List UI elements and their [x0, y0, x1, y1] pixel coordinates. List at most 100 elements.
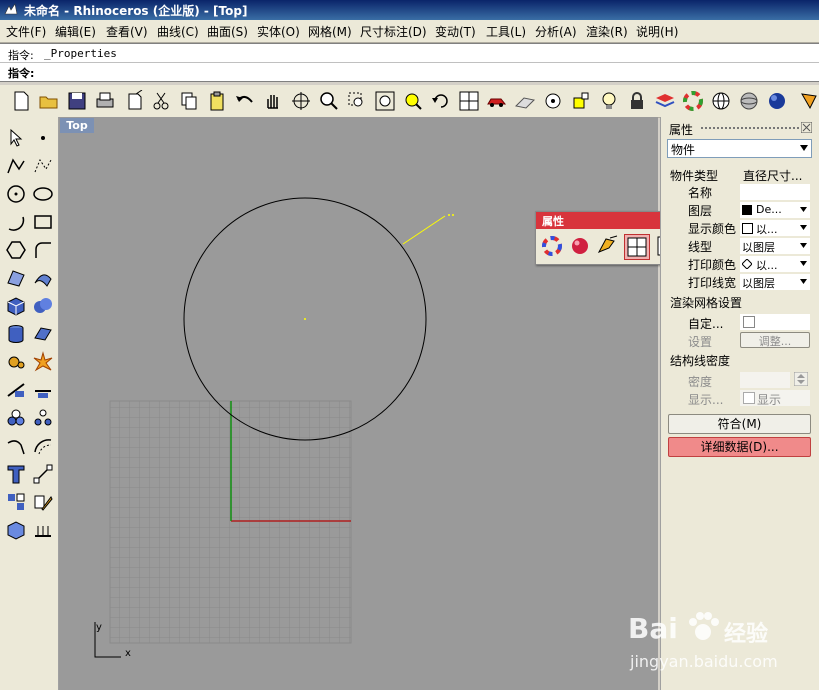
rotate-view-icon[interactable]: [290, 90, 312, 112]
match-button[interactable]: 符合(M): [668, 414, 811, 434]
menu-edit[interactable]: 编辑(E): [55, 23, 96, 40]
rectangle-icon[interactable]: [32, 211, 54, 233]
zoom-window-icon[interactable]: [346, 90, 368, 112]
offset-curve-icon[interactable]: [32, 435, 54, 457]
box-edit-icon[interactable]: [5, 519, 27, 541]
boolean-union-icon[interactable]: [32, 295, 54, 317]
shaded-sphere-icon[interactable]: [738, 90, 760, 112]
menu-curve[interactable]: 曲线(C): [157, 23, 199, 40]
menu-mesh[interactable]: 网格(M): [308, 23, 352, 40]
command-line[interactable]: 指令:: [0, 62, 819, 82]
zoom-extents-icon[interactable]: [374, 90, 396, 112]
display-color-select[interactable]: 以...: [740, 220, 810, 236]
object-type-select[interactable]: 物件: [667, 139, 812, 158]
cylinder-icon[interactable]: [5, 323, 27, 345]
panel-grip[interactable]: [701, 127, 799, 133]
box-solid-icon[interactable]: [5, 295, 27, 317]
custom-mesh-checkbox[interactable]: [743, 316, 755, 328]
density-stepper-icon[interactable]: [794, 372, 808, 386]
undo-icon[interactable]: [234, 90, 256, 112]
zoom-icon[interactable]: [318, 90, 340, 112]
menu-render[interactable]: 渲染(R): [586, 23, 628, 40]
properties-grid-icon[interactable]: [624, 234, 650, 260]
surface-points-icon[interactable]: [5, 267, 27, 289]
top-viewport[interactable]: Top y x: [59, 117, 658, 690]
arc-icon[interactable]: [5, 211, 27, 233]
lock-icon[interactable]: [626, 90, 648, 112]
explode-icon[interactable]: [32, 351, 54, 373]
select-points-icon[interactable]: [570, 90, 592, 112]
layer-select[interactable]: De...: [740, 202, 810, 218]
command-history: 指令: _Properties: [0, 43, 819, 63]
curve-icon[interactable]: [32, 155, 54, 177]
linetype-select[interactable]: 以图层: [740, 238, 810, 254]
menu-file[interactable]: 文件(F): [6, 23, 46, 40]
cut-icon[interactable]: [150, 90, 172, 112]
panel-close-icon[interactable]: [801, 122, 812, 133]
menu-analyze[interactable]: 分析(A): [535, 23, 577, 40]
print-icon[interactable]: [94, 90, 116, 112]
paste-icon[interactable]: [206, 90, 228, 112]
car-perspective-icon[interactable]: [486, 90, 508, 112]
toolbar-layout-icon[interactable]: [32, 519, 54, 541]
circle-icon[interactable]: [5, 183, 27, 205]
viewport-canvas[interactable]: [59, 117, 658, 690]
new-file-icon[interactable]: [10, 90, 32, 112]
float-toolbar-header[interactable]: 属性: [536, 212, 679, 229]
details-button[interactable]: 详细数据(D)...: [668, 437, 811, 457]
name-field[interactable]: [740, 184, 810, 200]
print-color-select[interactable]: 以...: [740, 256, 810, 272]
fillet-curve-icon[interactable]: [32, 239, 54, 261]
render-arrow-icon[interactable]: [798, 90, 819, 112]
dimension-icon[interactable]: [5, 491, 27, 513]
gear-tools-icon[interactable]: [5, 351, 27, 373]
array-icon[interactable]: [32, 407, 54, 429]
menu-solid[interactable]: 实体(O): [257, 23, 300, 40]
undo-view-icon[interactable]: [430, 90, 452, 112]
menu-transform[interactable]: 变动(T): [435, 23, 476, 40]
menu-dimension[interactable]: 尺寸标注(D): [360, 23, 427, 40]
menu-surface[interactable]: 曲面(S): [207, 23, 248, 40]
layer-icon[interactable]: [654, 90, 676, 112]
move-icon[interactable]: [32, 463, 54, 485]
rendered-sphere-icon[interactable]: [766, 90, 788, 112]
select-arrow-icon[interactable]: [5, 127, 27, 149]
text-icon[interactable]: [5, 463, 27, 485]
pan-hand-icon[interactable]: [262, 90, 284, 112]
density-field[interactable]: [740, 372, 790, 388]
menu-tools[interactable]: 工具(L): [486, 23, 526, 40]
open-folder-icon[interactable]: [38, 90, 60, 112]
zoom-selected-icon[interactable]: [402, 90, 424, 112]
osnap-icon[interactable]: [542, 90, 564, 112]
copy-icon[interactable]: [178, 90, 200, 112]
menu-view[interactable]: 查看(V): [106, 23, 148, 40]
four-viewports-icon[interactable]: [458, 90, 480, 112]
ellipse-icon[interactable]: [32, 183, 54, 205]
menu-help[interactable]: 说明(H): [636, 23, 678, 40]
polygon-icon[interactable]: [5, 239, 27, 261]
split-icon[interactable]: [5, 379, 27, 401]
point-icon[interactable]: [32, 127, 54, 149]
material-sphere-icon[interactable]: [568, 234, 592, 258]
match-properties-icon[interactable]: [596, 234, 620, 258]
command-history-text: _Properties: [44, 47, 117, 60]
light-bulb-icon[interactable]: [598, 90, 620, 112]
save-icon[interactable]: [66, 90, 88, 112]
polyline-icon[interactable]: [5, 155, 27, 177]
grid-plane-icon[interactable]: [514, 90, 536, 112]
group-icon[interactable]: [5, 407, 27, 429]
object-color-icon[interactable]: [540, 234, 564, 258]
blend-curve-icon[interactable]: [5, 435, 27, 457]
properties-float-toolbar[interactable]: 属性: [535, 211, 680, 265]
layer-color-swatch: [742, 205, 752, 215]
print-width-select[interactable]: 以图层: [740, 274, 810, 290]
export-icon[interactable]: [124, 90, 146, 112]
isocurve-show-checkbox[interactable]: [743, 392, 755, 404]
color-wheel-icon[interactable]: [682, 90, 704, 112]
wireframe-sphere-icon[interactable]: [710, 90, 732, 112]
edit-pencil-icon[interactable]: [32, 491, 54, 513]
extrude-surface-icon[interactable]: [32, 323, 54, 345]
loft-surface-icon[interactable]: [32, 267, 54, 289]
trim-icon[interactable]: [32, 379, 54, 401]
adjust-button[interactable]: 调整...: [740, 332, 810, 348]
